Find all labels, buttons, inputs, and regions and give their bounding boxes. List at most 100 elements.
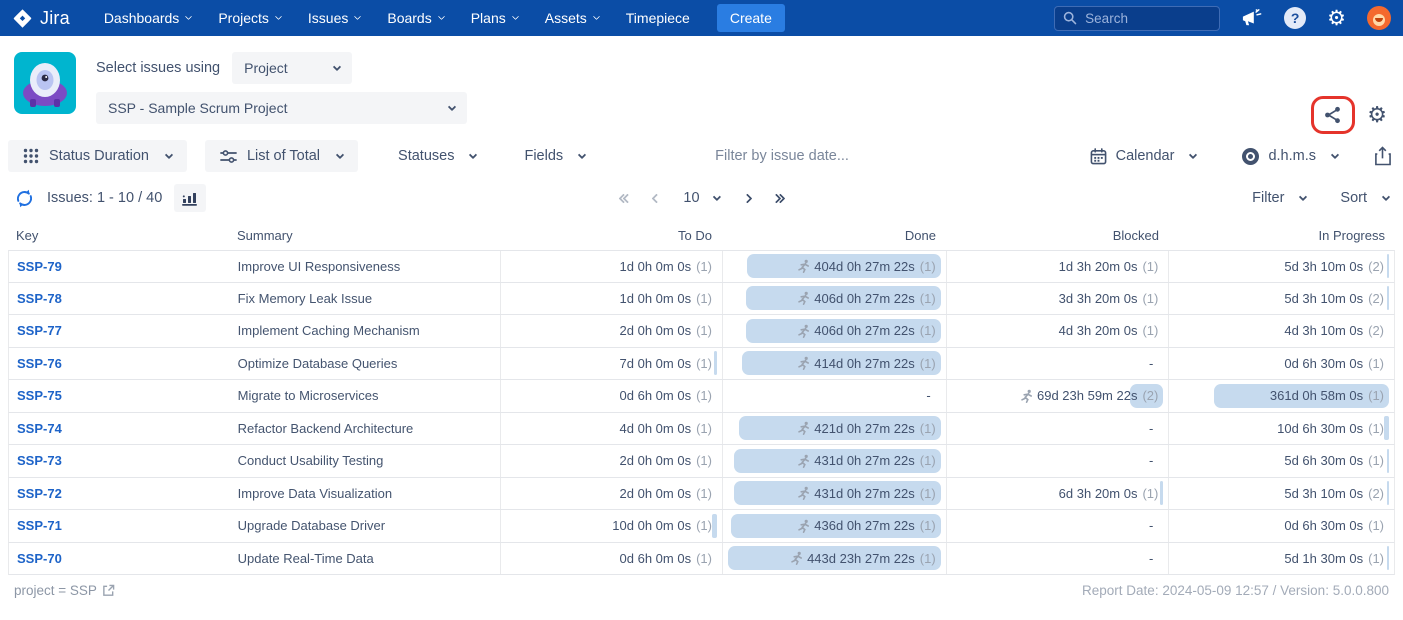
create-button[interactable]: Create [717, 4, 785, 32]
calendar-dropdown[interactable]: Calendar [1080, 140, 1207, 173]
issue-summary: Fix Memory Leak Issue [238, 291, 372, 306]
duration-bar [1384, 416, 1389, 440]
external-link-icon[interactable] [102, 584, 115, 597]
timepiece-report-page: Jira Dashboards Projects Issues Boards P… [0, 0, 1403, 620]
settings-gear-icon[interactable]: ⚙ [1327, 8, 1346, 29]
done-duration-cell: 431d 0h 27m 22s (1) [722, 445, 946, 477]
runner-icon [797, 356, 811, 370]
help-icon[interactable]: ? [1284, 7, 1306, 29]
issue-key-link[interactable]: SSP-76 [17, 356, 62, 371]
issue-key-link[interactable]: SSP-70 [17, 551, 62, 566]
sort-dropdown[interactable]: Sort [1340, 190, 1389, 206]
jira-logo[interactable]: Jira [12, 8, 70, 29]
issue-count: (1) [920, 518, 936, 533]
issue-key-link[interactable]: SSP-79 [17, 259, 62, 274]
status-duration-table: Key Summary To Do Done Blocked In Progre… [8, 220, 1395, 575]
nav-item-timepiece[interactable]: Timepiece [626, 10, 690, 26]
report-type-dropdown[interactable]: Status Duration [8, 140, 187, 172]
table-body: SSP-79 Improve UI Responsiveness 1d 0h 0… [8, 250, 1395, 575]
nav-item-projects[interactable]: Projects [218, 10, 281, 26]
column-header-summary[interactable]: Summary [237, 228, 500, 243]
chevron-down-icon [593, 13, 600, 20]
timepiece-app-icon [14, 52, 76, 114]
inprogress-duration-cell: 5d 3h 10m 0s (2) [1168, 283, 1394, 315]
project-dropdown[interactable]: SSP - Sample Scrum Project [96, 92, 467, 124]
issue-count: (1) [696, 388, 712, 403]
chart-view-button[interactable] [174, 184, 206, 212]
duration-text: 10d 0h 0m 0s [612, 518, 691, 533]
issue-count: (1) [920, 421, 936, 436]
issue-summary: Improve Data Visualization [238, 486, 392, 501]
column-header-todo[interactable]: To Do [500, 228, 722, 243]
duration-text: 7d 0h 0m 0s [620, 356, 692, 371]
announcements-icon[interactable] [1241, 8, 1263, 28]
filter-dropdown[interactable]: Filter [1252, 190, 1306, 206]
nav-item-boards[interactable]: Boards [387, 10, 443, 26]
blocked-duration-cell: - [946, 413, 1169, 445]
todo-duration-cell: 1d 0h 0m 0s (1) [500, 283, 722, 315]
page-size-dropdown[interactable]: 10 [677, 190, 725, 206]
report-footer: project = SSP Report Date: 2024-05-09 12… [0, 575, 1403, 598]
issue-count: (1) [696, 259, 712, 274]
nav-item-issues[interactable]: Issues [308, 10, 360, 26]
chevron-down-icon [1382, 192, 1390, 200]
statuses-dropdown[interactable]: Statuses [388, 140, 486, 172]
previous-page-button[interactable] [648, 191, 663, 206]
user-avatar[interactable] [1367, 6, 1391, 30]
last-page-button[interactable] [769, 191, 788, 206]
issue-count: (2) [1368, 486, 1384, 501]
global-search[interactable] [1054, 6, 1220, 31]
time-format-dropdown[interactable]: d.h.m.s [1232, 140, 1348, 173]
duration-text: 431d 0h 27m 22s [814, 486, 914, 501]
issue-source-dropdown[interactable]: Project [232, 52, 352, 84]
refresh-icon[interactable] [14, 188, 35, 209]
issue-summary: Refactor Backend Architecture [238, 421, 414, 436]
runner-icon [797, 421, 811, 435]
fields-dropdown[interactable]: Fields [514, 140, 595, 172]
view-mode-dropdown[interactable]: List of Total [205, 140, 358, 172]
first-page-button[interactable] [615, 191, 634, 206]
issue-key-link[interactable]: SSP-71 [17, 518, 62, 533]
column-header-key[interactable]: Key [8, 228, 237, 243]
issue-date-filter[interactable]: Filter by issue date... [715, 148, 849, 164]
column-header-done[interactable]: Done [722, 228, 946, 243]
nav-item-plans[interactable]: Plans [471, 10, 518, 26]
search-icon [1063, 11, 1077, 25]
nav-item-assets[interactable]: Assets [545, 10, 599, 26]
issue-count: (1) [696, 323, 712, 338]
search-input[interactable] [1085, 11, 1205, 26]
issue-count: (1) [1368, 356, 1384, 371]
runner-icon [797, 259, 811, 273]
nav-item-dashboards[interactable]: Dashboards [104, 10, 192, 26]
column-header-blocked[interactable]: Blocked [946, 228, 1169, 243]
todo-duration-cell: 0d 6h 0m 0s (1) [500, 543, 722, 575]
table-row: SSP-79 Improve UI Responsiveness 1d 0h 0… [8, 250, 1395, 283]
chevron-down-icon [1189, 150, 1197, 158]
issue-key-link[interactable]: SSP-73 [17, 453, 62, 468]
duration-text: 5d 3h 10m 0s [1284, 259, 1363, 274]
runner-icon [797, 454, 811, 468]
issue-key-link[interactable]: SSP-77 [17, 323, 62, 338]
pager: 10 [615, 190, 787, 206]
table-row: SSP-72 Improve Data Visualization 2d 0h … [8, 478, 1395, 511]
table-row: SSP-73 Conduct Usability Testing 2d 0h 0… [8, 445, 1395, 478]
column-header-inprogress[interactable]: In Progress [1169, 228, 1395, 243]
issue-key-link[interactable]: SSP-72 [17, 486, 62, 501]
issue-count: (1) [1368, 388, 1384, 403]
issue-key-link[interactable]: SSP-75 [17, 388, 62, 403]
next-page-button[interactable] [740, 191, 755, 206]
duration-bar [712, 514, 717, 538]
todo-duration-cell: 2d 0h 0m 0s (1) [500, 315, 722, 347]
issue-summary: Improve UI Responsiveness [238, 259, 401, 274]
runner-icon [790, 551, 804, 565]
runner-icon [797, 291, 811, 305]
issue-count: (1) [1142, 323, 1158, 338]
issue-key-link[interactable]: SSP-78 [17, 291, 62, 306]
issue-key-link[interactable]: SSP-74 [17, 421, 62, 436]
report-settings-gear-icon[interactable]: ⚙ [1367, 104, 1387, 126]
done-duration-cell: 404d 0h 27m 22s (1) [722, 251, 946, 282]
export-icon[interactable] [1374, 146, 1391, 166]
share-icon[interactable] [1322, 104, 1344, 126]
select-issues-label: Select issues using [96, 60, 220, 76]
inprogress-duration-cell: 10d 6h 30m 0s (1) [1168, 413, 1394, 445]
